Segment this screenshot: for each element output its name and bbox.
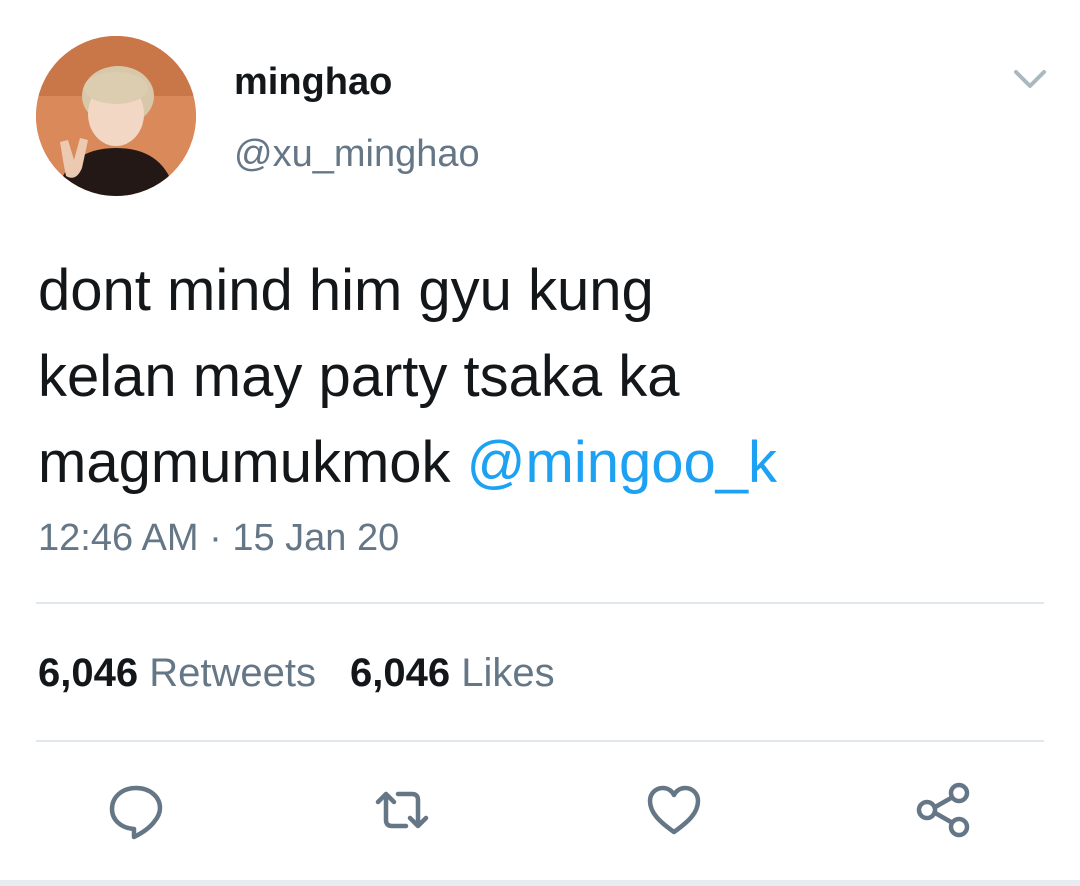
tweet-stats: 6,046 Retweets 6,046 Likes — [38, 648, 589, 698]
tweet-text-line: dont mind him gyu kung — [38, 258, 654, 323]
retweets-stat[interactable]: 6,046 Retweets — [38, 648, 316, 698]
heart-icon — [647, 785, 701, 835]
likes-count: 6,046 — [349, 651, 451, 695]
tweet-detail: minghao @xu_minghao dont mind him gyu ku… — [0, 0, 1080, 886]
tweet-timestamp[interactable]: 12:46 AM · 15 Jan 20 — [38, 514, 399, 562]
profile-photo-icon — [36, 36, 196, 196]
share-icon — [916, 782, 970, 838]
retweet-button[interactable] — [370, 778, 434, 842]
share-button[interactable] — [912, 778, 976, 842]
tweet-text-line: magmumukmok @mingoo_k — [38, 420, 1038, 506]
reply-button[interactable] — [104, 778, 168, 842]
divider — [36, 602, 1044, 604]
tweet-actions — [0, 770, 1080, 850]
likes-stat[interactable]: 6,046 Likes — [350, 648, 555, 698]
retweets-label: Retweets — [149, 651, 316, 695]
like-button[interactable] — [642, 778, 706, 842]
reply-icon — [109, 785, 163, 840]
author-handle[interactable]: @xu_minghao — [234, 130, 480, 178]
likes-label: Likes — [461, 651, 555, 695]
avatar[interactable] — [36, 36, 196, 196]
retweet-icon — [375, 791, 429, 829]
tweet-text-line: kelan may party tsaka ka — [38, 344, 680, 409]
author-display-name[interactable]: minghao — [234, 58, 392, 106]
divider — [0, 880, 1080, 886]
tweet-text-segment: magmumukmok — [38, 430, 467, 495]
tweet-header: minghao @xu_minghao — [0, 0, 1080, 220]
mention-link[interactable]: @mingoo_k — [467, 430, 777, 495]
tweet-text: dont mind him gyu kung kelan may party t… — [38, 248, 1038, 506]
retweets-count: 6,046 — [38, 651, 139, 695]
chevron-down-icon[interactable] — [1008, 60, 1052, 96]
divider — [36, 740, 1044, 742]
